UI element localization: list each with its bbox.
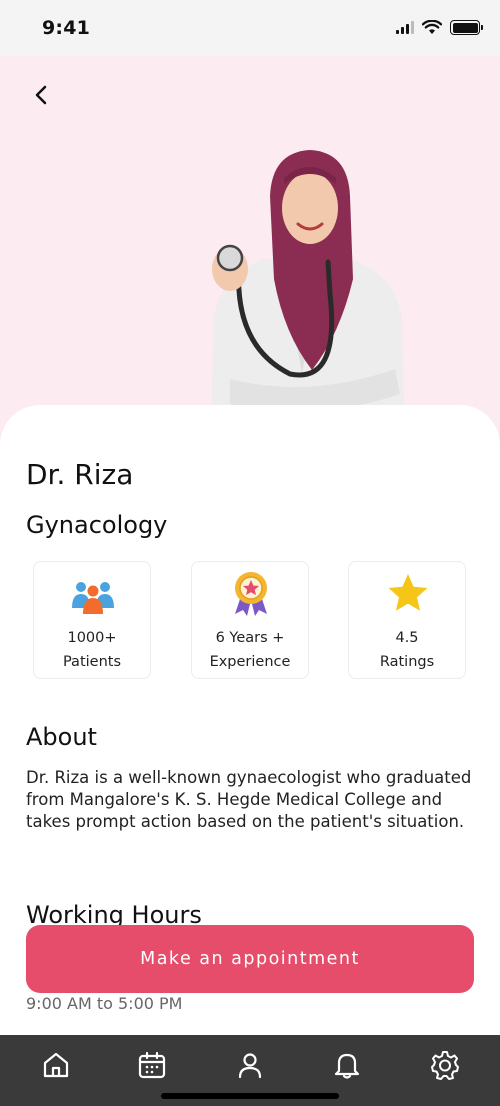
status-bar: 9:41 — [0, 0, 500, 56]
stat-value: 4.5 — [395, 630, 419, 646]
make-appointment-button[interactable]: Make an appointment — [26, 925, 474, 993]
about-text: Dr. Riza is a well-known gynaecologist w… — [26, 768, 472, 831]
battery-icon — [450, 20, 483, 35]
home-indicator — [161, 1093, 339, 1099]
wifi-icon — [422, 20, 442, 34]
stat-value: 6 Years + — [215, 630, 285, 646]
back-button[interactable] — [26, 80, 56, 110]
signal-icon — [396, 21, 414, 34]
hero-banner — [0, 56, 500, 456]
stat-caption: Ratings — [379, 654, 435, 670]
about-title: About — [26, 723, 97, 751]
stat-card-ratings: 4.5 Ratings — [348, 561, 466, 679]
status-time: 9:41 — [42, 17, 91, 39]
calendar-icon — [138, 1051, 166, 1079]
stat-card-patients: 1000+ Patients — [33, 561, 151, 679]
nav-settings[interactable] — [427, 1047, 463, 1083]
nav-home[interactable] — [38, 1047, 74, 1083]
profile-icon — [238, 1053, 262, 1079]
doctor-name: Dr. Riza — [26, 458, 134, 491]
stat-caption: Patients — [62, 654, 122, 670]
doctor-specialty: Gynacology — [26, 511, 168, 539]
stat-caption: Experience — [209, 654, 291, 670]
stat-card-experience: 6 Years + Experience — [191, 561, 309, 679]
stat-label: 6 Years + Experience — [192, 626, 308, 674]
settings-icon — [431, 1051, 459, 1080]
patients-icon — [72, 582, 114, 614]
award-badge-icon — [235, 572, 267, 616]
status-icons — [396, 20, 483, 35]
stat-label: 1000+ Patients — [34, 626, 150, 674]
home-icon — [43, 1052, 69, 1078]
stat-value: 1000+ — [67, 630, 117, 646]
nav-notifications[interactable] — [329, 1047, 365, 1083]
stat-label: 4.5 Ratings — [349, 626, 465, 674]
star-icon — [388, 574, 428, 611]
working-hours-value: 9:00 AM to 5:00 PM — [26, 994, 183, 1013]
nav-profile[interactable] — [232, 1047, 268, 1083]
nav-calendar[interactable] — [134, 1047, 170, 1083]
chevron-left-icon — [35, 85, 47, 105]
bell-icon — [334, 1053, 360, 1079]
